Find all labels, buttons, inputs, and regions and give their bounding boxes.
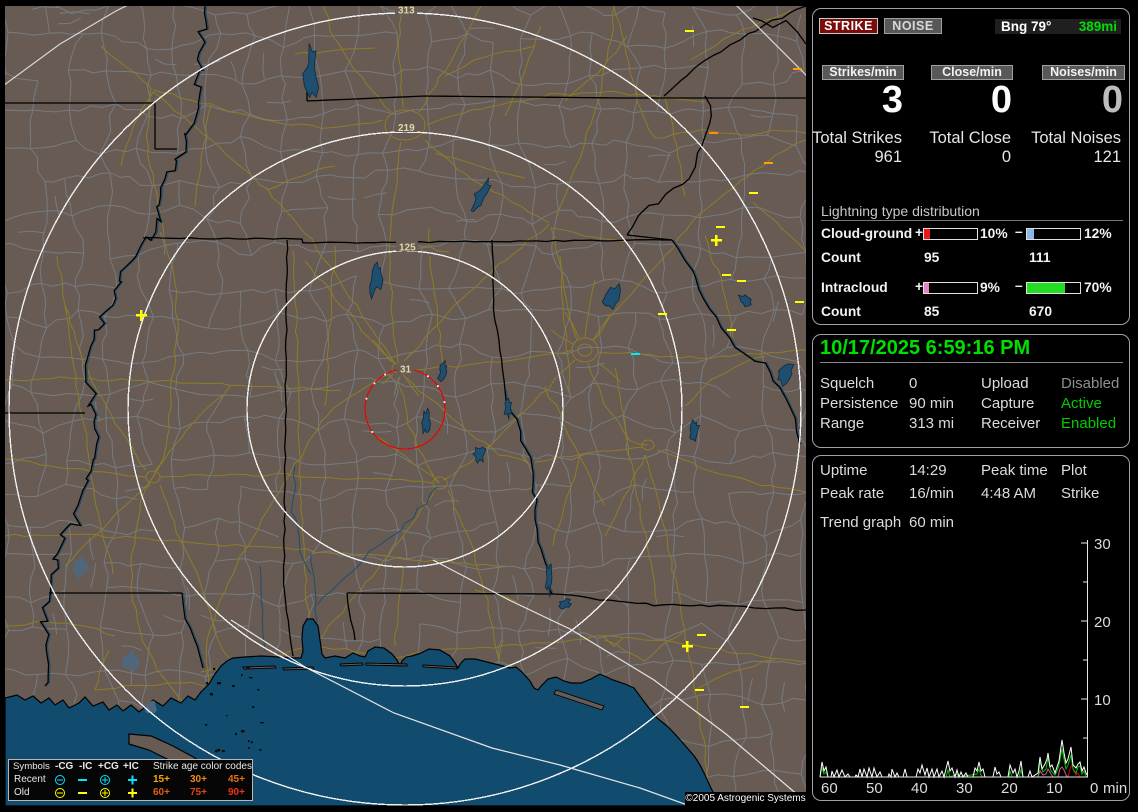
svg-text:219: 219 <box>398 123 415 134</box>
svg-text:31: 31 <box>400 365 412 376</box>
svg-text:313: 313 <box>398 6 415 17</box>
svg-text:125: 125 <box>399 243 416 254</box>
